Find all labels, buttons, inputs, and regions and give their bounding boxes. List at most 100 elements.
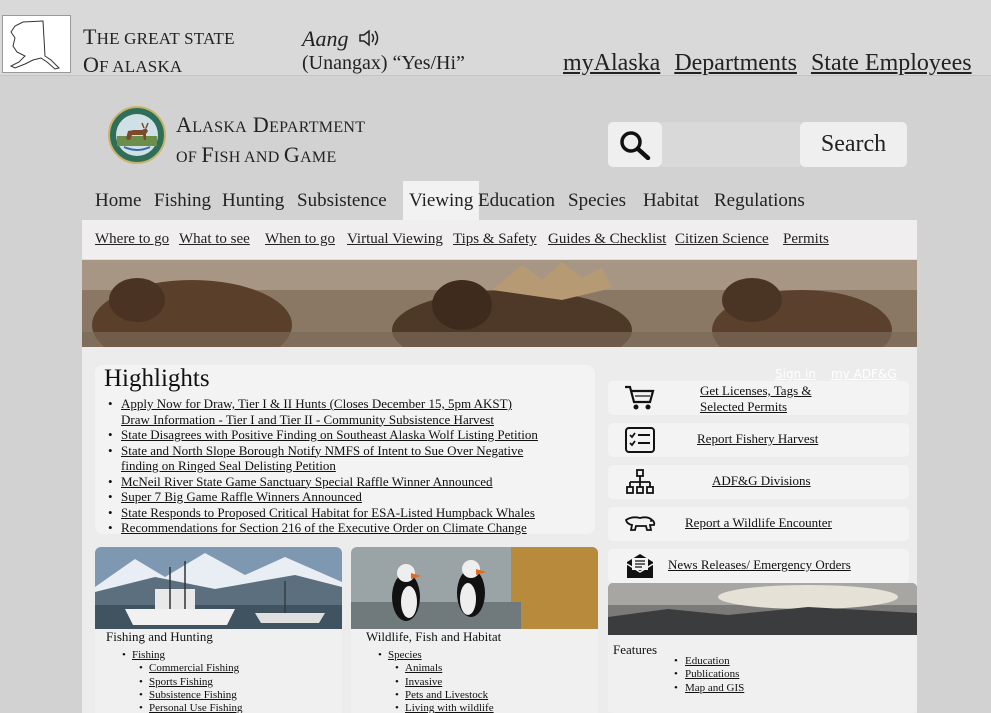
card-link[interactable]: Fishing [132, 649, 165, 661]
aang-translation: (Unangax) “Yes/Hi” [302, 52, 465, 74]
list-item: Super 7 Big Game Raffle Winners Announce… [108, 489, 588, 505]
adfg-divisions-button[interactable]: ADF&G Divisions [608, 465, 909, 499]
fishing-boats-image [95, 547, 342, 629]
list-item: Species Animals Invasive Pets and Livest… [378, 649, 494, 713]
card-link[interactable]: Sports Fishing [149, 676, 213, 688]
list-item: Fishing Commercial Fishing Sports Fishin… [122, 649, 243, 713]
card-list: Species Animals Invasive Pets and Livest… [378, 649, 494, 713]
card-list: Fishing Commercial Fishing Sports Fishin… [122, 649, 243, 713]
department-page: ALASKA DEPARTMENT OF FISH AND GAME Searc… [82, 89, 917, 713]
card-title: Fishing and Hunting [106, 629, 213, 644]
highlight-link[interactable]: State Disagrees with Positive Finding on… [121, 427, 538, 442]
nav-fishing[interactable]: Fishing [154, 181, 211, 220]
action-label: Get Licenses, Tags & [700, 383, 812, 398]
search-icon[interactable] [608, 122, 662, 167]
highlights-list: Apply Now for Draw, Tier I & II Hunts (C… [108, 396, 588, 536]
list-item: Apply Now for Draw, Tier I & II Hunts (C… [108, 396, 588, 427]
action-label: Report a Wildlife Encounter [685, 515, 832, 530]
topnav-myalaska[interactable]: myAlaska [563, 50, 660, 76]
feature-link[interactable]: Education [685, 655, 730, 667]
highlight-link[interactable]: Apply Now for Draw, Tier I & II Hunts (C… [121, 396, 512, 411]
wildlife-habitat-card: Wildlife, Fish and Habitat Species Anima… [351, 547, 598, 713]
puffins-image [351, 547, 598, 629]
highlight-link[interactable]: State Responds to Proposed Critical Habi… [121, 505, 535, 520]
feature-link[interactable]: Publications [685, 668, 739, 680]
checklist-icon [624, 426, 656, 454]
card-link[interactable]: Species [388, 649, 422, 661]
topnav-departments[interactable]: Departments [674, 50, 797, 76]
list-item: Map and GIS [674, 682, 744, 696]
highlight-link[interactable]: Draw Information - Tier I and Tier II - … [121, 412, 588, 428]
licenses-button[interactable]: Get Licenses, Tags & Selected Permits [608, 381, 909, 415]
card-link[interactable]: Living with wildlife [405, 702, 494, 713]
nav-viewing[interactable]: Viewing [403, 181, 480, 220]
search-button[interactable]: Search [800, 122, 907, 167]
subnav-where-to-go[interactable]: Where to go [95, 231, 169, 248]
adfg-seal-logo[interactable] [108, 106, 166, 164]
alaska-state-logo[interactable] [2, 15, 71, 73]
state-top-nav: myAlaska Departments State Employees [563, 50, 980, 77]
moose-banner-image [82, 260, 917, 347]
features-panel: Features Education Publications Map and … [608, 583, 917, 713]
card-link[interactable]: Invasive [405, 676, 442, 688]
action-label: ADF&G Divisions [712, 473, 811, 488]
subnav-when-to-go[interactable]: When to go [265, 231, 335, 248]
org-chart-icon [624, 468, 656, 496]
list-item: Subsistence Fishing [139, 689, 243, 703]
card-link[interactable]: Personal Use Fishing [149, 702, 243, 713]
card-link[interactable]: Animals [405, 662, 442, 674]
search-input[interactable] [662, 122, 800, 167]
state-title: THE GREAT STATE OF ALASKA [83, 24, 235, 77]
report-fishery-harvest-button[interactable]: Report Fishery Harvest [608, 423, 909, 457]
polar-bear-icon [624, 510, 656, 538]
card-link[interactable]: Commercial Fishing [149, 662, 239, 674]
card-link[interactable]: Pets and Livestock [405, 689, 488, 701]
nav-education[interactable]: Education [478, 181, 555, 220]
nav-species[interactable]: Species [568, 181, 626, 220]
highlight-link[interactable]: Recommendations for Section 216 of the E… [121, 520, 527, 535]
topnav-state-employees[interactable]: State Employees [811, 50, 972, 76]
highlight-link[interactable]: State and North Slope Borough Notify NMF… [121, 443, 523, 458]
list-item: Commercial Fishing [139, 662, 243, 676]
feature-link[interactable]: Map and GIS [685, 682, 744, 694]
state-header-bar: THE GREAT STATE OF ALASKA Aang (Unangax)… [0, 0, 991, 77]
shopping-cart-icon [624, 384, 656, 412]
nav-habitat[interactable]: Habitat [643, 181, 699, 220]
list-item: State Disagrees with Positive Finding on… [108, 427, 588, 443]
card-link[interactable]: Subsistence Fishing [149, 689, 237, 701]
nav-home[interactable]: Home [95, 181, 141, 220]
aang-word: Aang [302, 26, 349, 51]
my-adfg-link[interactable]: my ADF&G [831, 367, 897, 381]
highlight-link[interactable]: McNeil River State Game Sanctuary Specia… [121, 474, 493, 489]
sunset-landscape-image [608, 583, 917, 635]
card-title: Wildlife, Fish and Habitat [366, 629, 502, 644]
aang-greeting: Aang [302, 26, 382, 54]
list-item: Recommendations for Section 216 of the E… [108, 520, 588, 536]
report-wildlife-encounter-button[interactable]: Report a Wildlife Encounter [608, 507, 909, 541]
features-list: Education Publications Map and GIS [674, 655, 744, 695]
features-title: Features [613, 642, 658, 657]
fishing-hunting-card: Fishing and Hunting Fishing Commercial F… [95, 547, 342, 713]
sub-nav: Where to go What to see When to go Virtu… [82, 220, 917, 260]
highlight-link[interactable]: finding on Ringed Seal Delisting Petitio… [121, 458, 588, 474]
subnav-virtual-viewing[interactable]: Virtual Viewing [347, 231, 443, 248]
nav-subsistence[interactable]: Subsistence [297, 181, 387, 220]
sign-in-link[interactable]: Sign in [775, 367, 816, 381]
list-item: State Responds to Proposed Critical Habi… [108, 505, 588, 521]
list-item: Living with wildlife [395, 702, 494, 713]
subnav-guides-checklist[interactable]: Guides & Checklist [548, 231, 666, 248]
subnav-citizen-science[interactable]: Citizen Science [675, 231, 769, 248]
action-label: Selected Permits [700, 398, 788, 414]
nav-hunting[interactable]: Hunting [222, 181, 284, 220]
subnav-permits[interactable]: Permits [783, 231, 829, 248]
subnav-tips-safety[interactable]: Tips & Safety [453, 231, 537, 248]
action-label: Report Fishery Harvest [697, 431, 819, 446]
list-item: Education [674, 655, 744, 669]
highlight-link[interactable]: Super 7 Big Game Raffle Winners Announce… [121, 489, 362, 504]
speaker-icon[interactable] [358, 28, 382, 54]
nav-regulations[interactable]: Regulations [714, 181, 805, 220]
highlights-title: Highlights [104, 365, 210, 392]
list-item: Invasive [395, 676, 494, 690]
subnav-what-to-see[interactable]: What to see [179, 231, 250, 248]
news-releases-button[interactable]: News Releases/ Emergency Orders [608, 549, 909, 583]
